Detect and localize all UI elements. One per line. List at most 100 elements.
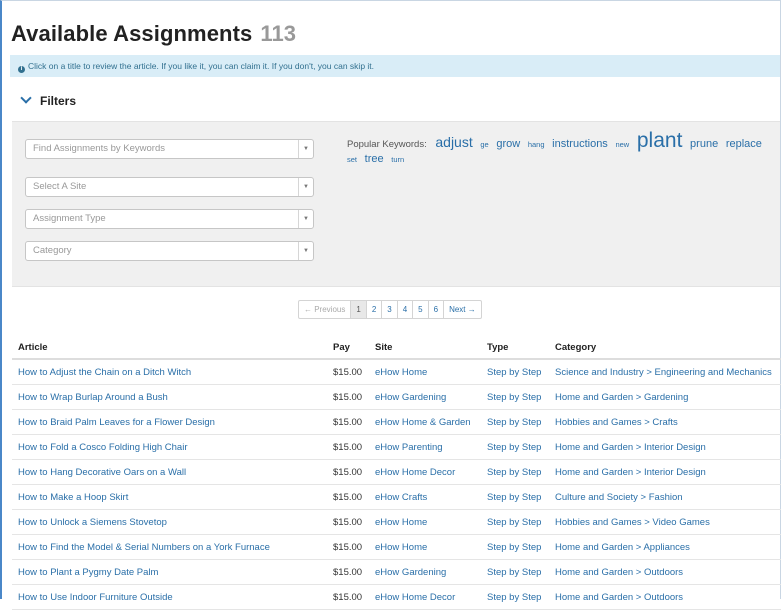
article-link[interactable]: How to Plant a Pygmy Date Palm <box>12 559 327 585</box>
article-link[interactable]: How to Adjust the Chain on a Ditch Witch <box>12 359 327 385</box>
category-link[interactable]: Home and Garden > Outdoors <box>549 584 781 610</box>
keyword-link-plant[interactable]: plant <box>637 129 683 152</box>
keyword-link-adjust[interactable]: adjust <box>435 134 472 150</box>
keywords-select[interactable]: Find Assignments by Keywords ▼ <box>25 139 314 159</box>
chevron-down-icon <box>20 92 32 104</box>
table-row: How to Use Indoor Furniture Outside $15.0… <box>12 584 781 610</box>
pagination-page-6[interactable]: 6 <box>429 301 445 318</box>
table-row: How to Make a Hoop Skirt $15.00 eHow Craft… <box>12 484 781 510</box>
type-link[interactable]: Step by Step <box>481 584 549 610</box>
pagination-next[interactable]: Next → <box>444 301 481 318</box>
assignment-type-placeholder: Assignment Type <box>33 213 106 224</box>
article-link[interactable]: How to Make a Hoop Skirt <box>12 484 327 510</box>
keyword-link-new[interactable]: new <box>615 140 629 149</box>
type-link[interactable]: Step by Step <box>481 384 549 410</box>
article-link[interactable]: How to Fold a Cosco Folding High Chair <box>12 434 327 460</box>
type-link[interactable]: Step by Step <box>481 559 549 585</box>
type-link[interactable]: Step by Step <box>481 509 549 535</box>
site-link[interactable]: eHow Crafts <box>369 484 481 510</box>
pagination-page-5[interactable]: 5 <box>413 301 429 318</box>
keyword-link-set[interactable]: set <box>347 155 357 164</box>
article-link[interactable]: How to Hang Decorative Oars on a Wall <box>12 459 327 485</box>
category-link[interactable]: Home and Garden > Interior Design <box>549 459 781 485</box>
site-link[interactable]: eHow Home & Garden <box>369 409 481 435</box>
dropdown-arrow-icon: ▼ <box>298 178 313 196</box>
table-row: How to Fold a Cosco Folding High Chair $1… <box>12 434 781 460</box>
site-link[interactable]: eHow Home Decor <box>369 459 481 485</box>
article-link[interactable]: How to Find the Model & Serial Numbers o… <box>12 534 327 560</box>
pay-cell: $15.00 <box>327 484 369 510</box>
type-link[interactable]: Step by Step <box>481 459 549 485</box>
keyword-link-turn[interactable]: turn <box>391 155 404 164</box>
pay-cell: $15.00 <box>327 434 369 460</box>
type-link[interactable]: Step by Step <box>481 484 549 510</box>
pagination-page-3[interactable]: 3 <box>382 301 398 318</box>
keywords-placeholder: Find Assignments by Keywords <box>33 143 166 154</box>
pay-cell: $15.00 <box>327 359 369 385</box>
popular-keywords: Popular Keywords: adjust ge grow hang in… <box>347 130 767 167</box>
type-link[interactable]: Step by Step <box>481 534 549 560</box>
assignments-table: Article Pay Site Type Category How to Ad… <box>12 336 781 610</box>
dropdown-arrow-icon: ▼ <box>298 140 313 158</box>
pay-cell: $15.00 <box>327 384 369 410</box>
assignment-count: 113 <box>260 21 297 46</box>
site-select[interactable]: Select A Site ▼ <box>25 177 314 197</box>
article-link[interactable]: How to Wrap Burlap Around a Bush <box>12 384 327 410</box>
keyword-link-replace[interactable]: replace <box>726 138 762 150</box>
pagination-page-4[interactable]: 4 <box>398 301 414 318</box>
pay-cell: $15.00 <box>327 409 369 435</box>
pagination-previous[interactable]: ← Previous <box>299 301 352 318</box>
column-header-article[interactable]: Article <box>12 336 327 360</box>
article-link[interactable]: How to Unlock a Siemens Stovetop <box>12 509 327 535</box>
pagination: ← Previous 1 2 3 4 5 6 Next → <box>298 300 482 319</box>
column-header-site[interactable]: Site <box>369 336 481 360</box>
pay-cell: $15.00 <box>327 534 369 560</box>
site-link[interactable]: eHow Home <box>369 359 481 385</box>
table-row: How to Hang Decorative Oars on a Wall $15… <box>12 459 781 485</box>
keyword-link-tree[interactable]: tree <box>365 153 384 165</box>
pagination-page-1[interactable]: 1 <box>351 301 367 318</box>
category-link[interactable]: Science and Industry > Engineering and M… <box>549 359 781 385</box>
category-link[interactable]: Hobbies and Games > Crafts <box>549 409 781 435</box>
dropdown-arrow-icon: ▼ <box>298 210 313 228</box>
table-row: How to Plant a Pygmy Date Palm $15.00 eHow… <box>12 559 781 585</box>
table-row: How to Adjust the Chain on a Ditch Witch… <box>12 359 781 385</box>
category-link[interactable]: Home and Garden > Gardening <box>549 384 781 410</box>
category-link[interactable]: Home and Garden > Appliances <box>549 534 781 560</box>
column-header-category[interactable]: Category <box>549 336 781 360</box>
assignment-type-select[interactable]: Assignment Type ▼ <box>25 209 314 229</box>
site-link[interactable]: eHow Gardening <box>369 559 481 585</box>
category-link[interactable]: Home and Garden > Interior Design <box>549 434 781 460</box>
site-link[interactable]: eHow Parenting <box>369 434 481 460</box>
table-row: How to Unlock a Siemens Stovetop $15.00 eH… <box>12 509 781 535</box>
column-header-pay[interactable]: Pay <box>327 336 369 360</box>
site-link[interactable]: eHow Home <box>369 509 481 535</box>
page-title: Available Assignments 113 <box>11 21 296 47</box>
article-link[interactable]: How to Use Indoor Furniture Outside <box>12 584 327 610</box>
category-link[interactable]: Hobbies and Games > Video Games <box>549 509 781 535</box>
category-select[interactable]: Category ▼ <box>25 241 314 261</box>
keyword-link-prune[interactable]: prune <box>690 138 718 150</box>
site-link[interactable]: eHow Home Decor <box>369 584 481 610</box>
column-header-type[interactable]: Type <box>481 336 549 360</box>
type-link[interactable]: Step by Step <box>481 409 549 435</box>
table-header-row: Article Pay Site Type Category <box>12 336 781 360</box>
pagination-page-2[interactable]: 2 <box>367 301 383 318</box>
pay-cell: $15.00 <box>327 459 369 485</box>
site-link[interactable]: eHow Home <box>369 534 481 560</box>
article-link[interactable]: How to Braid Palm Leaves for a Flower De… <box>12 409 327 435</box>
keyword-link-grow[interactable]: grow <box>496 138 520 150</box>
keyword-link-ge[interactable]: ge <box>480 140 488 149</box>
filters-toggle[interactable]: Filters <box>20 92 77 108</box>
category-link[interactable]: Culture and Society > Fashion <box>549 484 781 510</box>
type-link[interactable]: Step by Step <box>481 434 549 460</box>
site-link[interactable]: eHow Gardening <box>369 384 481 410</box>
keyword-link-instructions[interactable]: instructions <box>552 138 608 150</box>
table-row: How to Find the Model & Serial Numbers o… <box>12 534 781 560</box>
info-text: Click on a title to review the article. … <box>28 61 375 71</box>
pay-cell: $15.00 <box>327 584 369 610</box>
type-link[interactable]: Step by Step <box>481 359 549 385</box>
keyword-link-hang[interactable]: hang <box>528 140 545 149</box>
category-link[interactable]: Home and Garden > Outdoors <box>549 559 781 585</box>
filters-heading: Filters <box>40 94 77 108</box>
